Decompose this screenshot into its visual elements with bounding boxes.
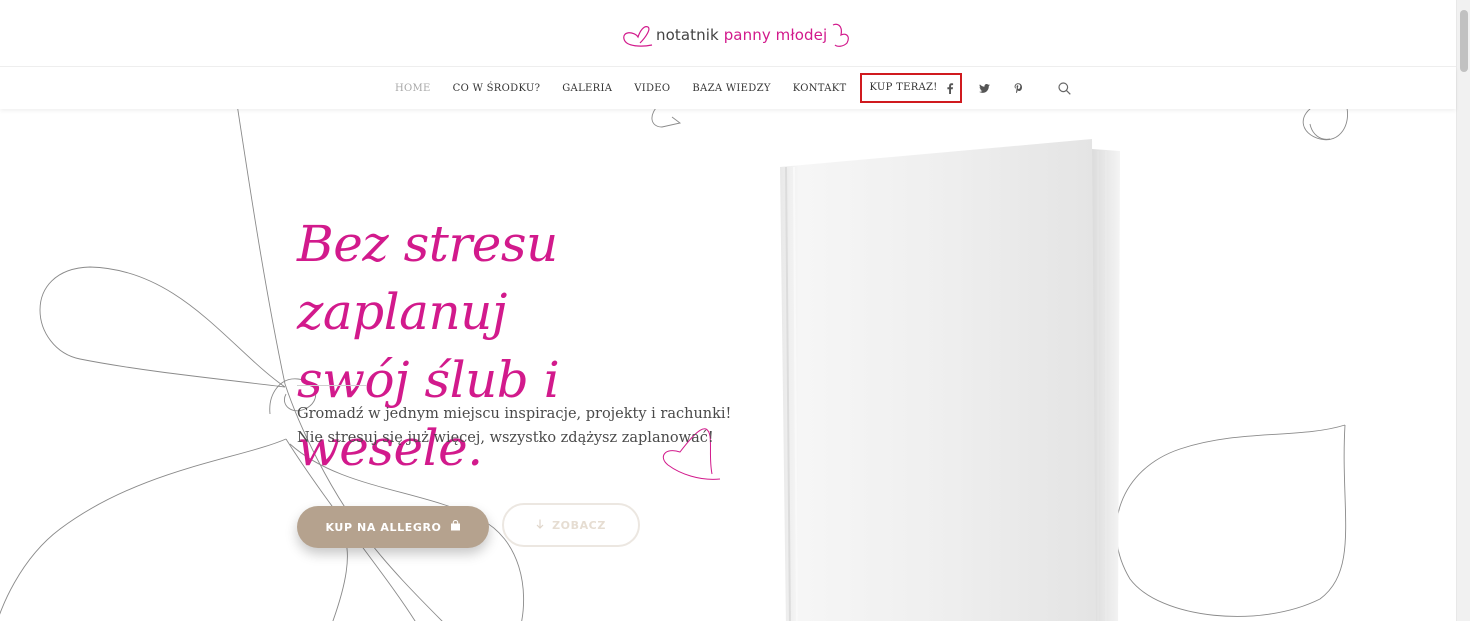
arrow-down-icon [536, 519, 544, 532]
pinterest-icon[interactable] [1011, 81, 1025, 95]
hero-subtext: Gromadź w jednym miejscu inspiracje, pro… [297, 402, 732, 450]
subtext-line-1: Gromadź w jednym miejscu inspiracje, pro… [297, 406, 732, 422]
nav-item-home[interactable]: HOME [395, 83, 431, 94]
buy-on-allegro-button[interactable]: KUP NA ALLEGRO [297, 506, 489, 548]
site-logo[interactable]: notatnik panny młodej [620, 20, 853, 50]
header-logo-bar: notatnik panny młodej [0, 0, 1456, 67]
see-more-button[interactable]: ZOBACZ [502, 503, 640, 547]
social-links [943, 67, 1071, 109]
twitter-icon[interactable] [977, 81, 991, 95]
shopping-bag-icon [450, 519, 461, 534]
facebook-icon[interactable] [943, 81, 957, 95]
hero-section: Bez stresu zaplanuj swój ślub i wesele. … [0, 109, 1456, 621]
logo-highlight: panny młodej [723, 26, 828, 44]
nav-item-baza-wiedzy[interactable]: BAZA WIEDZY [692, 83, 770, 94]
nav-item-co-w-srodku[interactable]: CO W ŚRODKU? [453, 83, 541, 94]
scrollbar-thumb[interactable] [1460, 10, 1468, 72]
heart-left-icon [623, 26, 653, 47]
headline-line-1: Bez stresu zaplanuj [297, 215, 558, 341]
divider-line [297, 385, 367, 386]
logo-text: notatnik panny młodej [656, 26, 827, 44]
main-nav: HOME CO W ŚRODKU? GALERIA VIDEO BAZA WIE… [395, 67, 962, 109]
nav-item-kontakt[interactable]: KONTAKT [793, 83, 847, 94]
page-scrollbar[interactable] [1456, 0, 1470, 621]
buy-button-label: KUP NA ALLEGRO [325, 520, 442, 534]
nav-item-galeria[interactable]: GALERIA [562, 83, 612, 94]
heart-right-icon [832, 23, 850, 47]
search-icon[interactable] [1057, 81, 1071, 95]
nav-item-video[interactable]: VIDEO [634, 83, 670, 94]
main-navigation-bar: HOME CO W ŚRODKU? GALERIA VIDEO BAZA WIE… [0, 67, 1456, 109]
see-button-label: ZOBACZ [552, 518, 606, 532]
subtext-line-2: Nie stresuj się już więcej, wszystko zdą… [297, 430, 714, 446]
logo-prefix: notatnik [656, 26, 719, 44]
notebook-mockup-image [780, 139, 1120, 621]
